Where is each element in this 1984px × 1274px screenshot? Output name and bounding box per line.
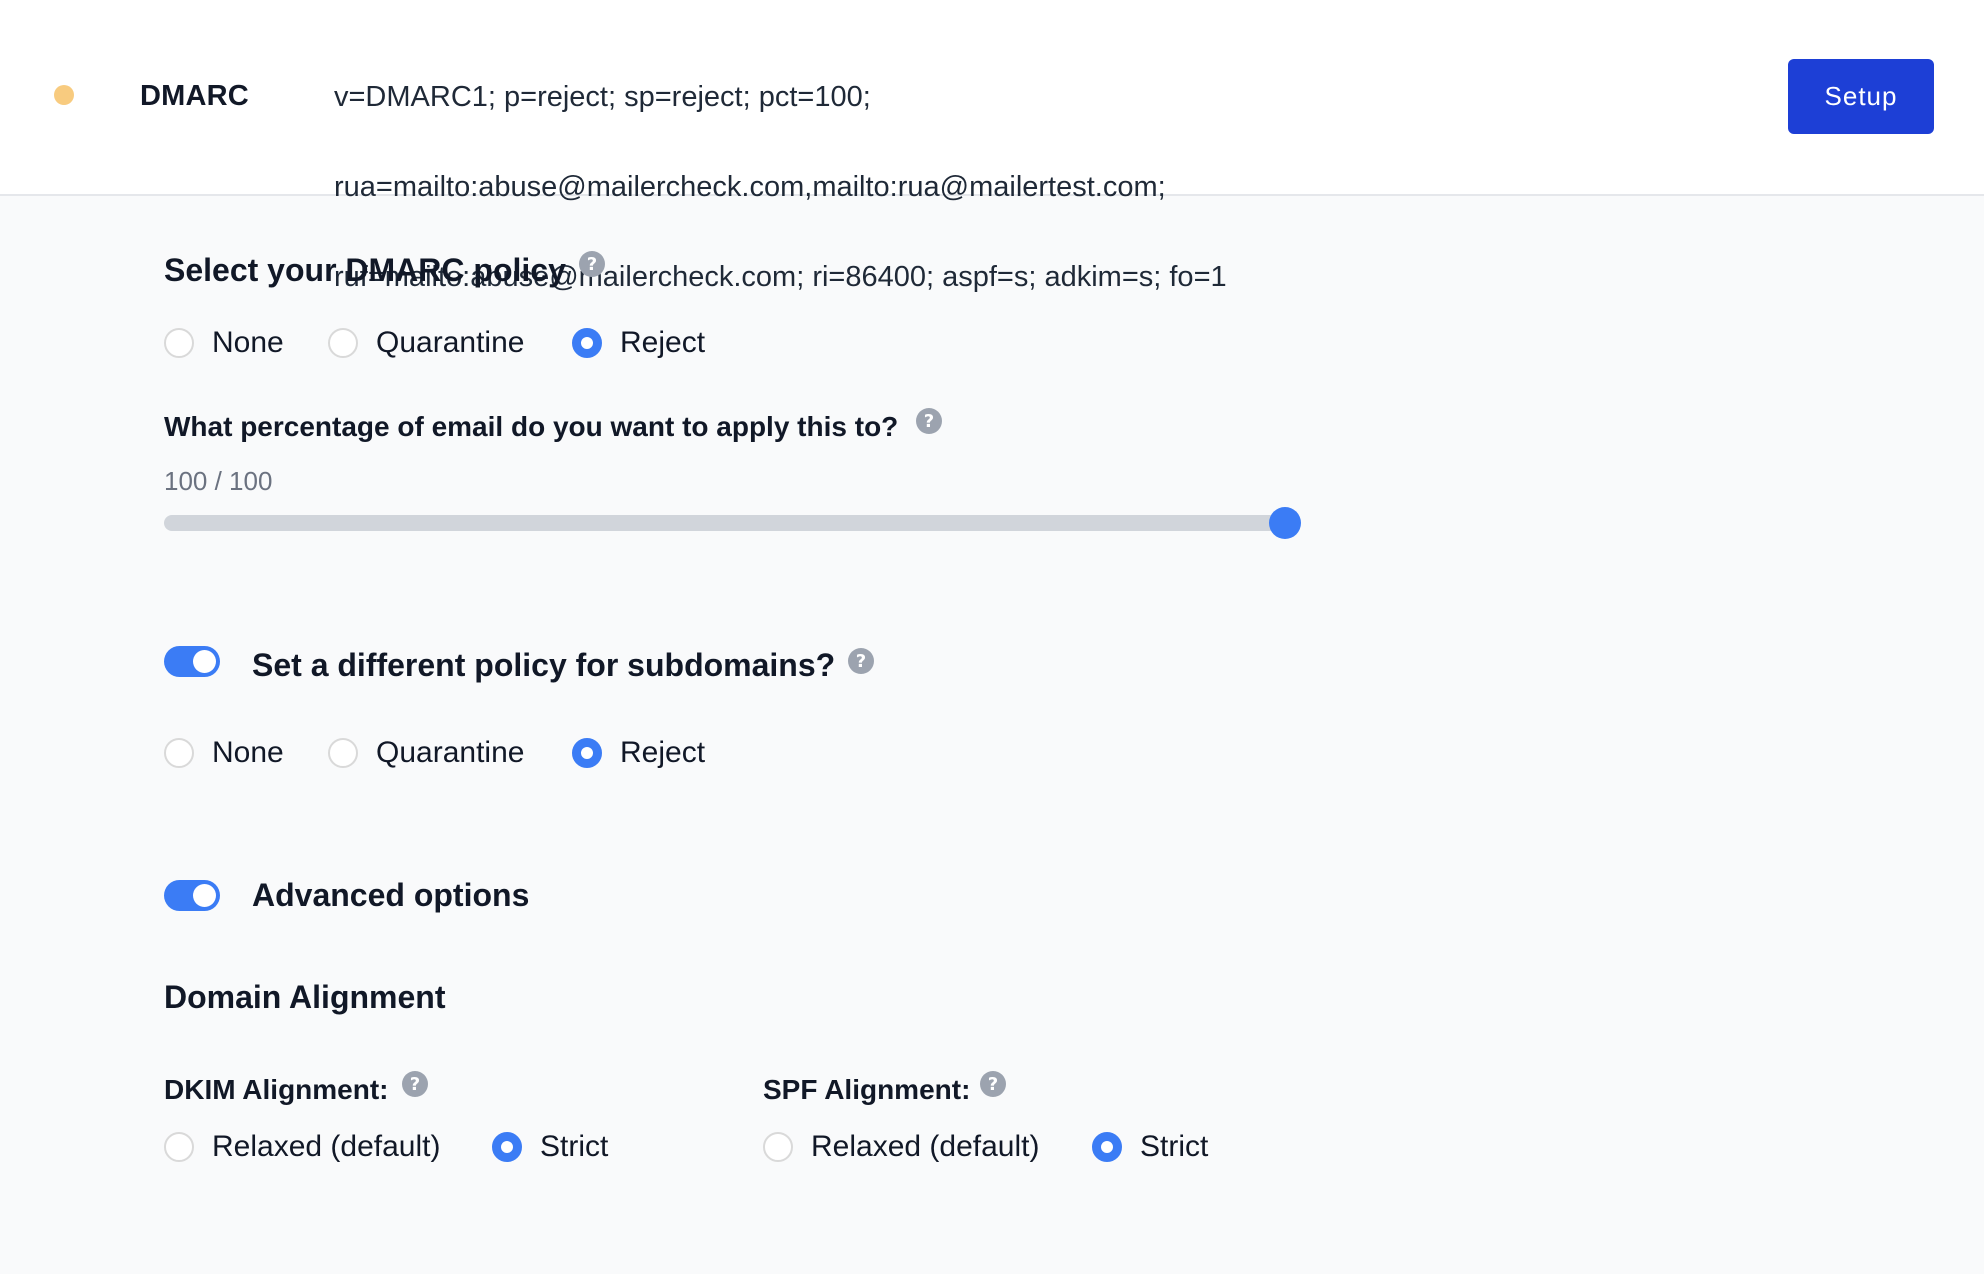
percentage-slider-fill	[164, 515, 1285, 531]
radio-label: None	[212, 326, 284, 359]
dkim-alignment-label: DKIM Alignment:	[164, 1074, 389, 1105]
dkim-option-strict[interactable]: Strict	[492, 1129, 608, 1165]
record-value: v=DMARC1; p=reject; sp=reject; pct=100; …	[334, 30, 1714, 345]
subdomain-policy-toggle[interactable]	[164, 646, 220, 677]
radio-label: Reject	[620, 736, 706, 769]
policy-option-quarantine[interactable]: Quarantine	[328, 325, 524, 361]
radio-circle[interactable]	[1092, 1132, 1122, 1162]
percentage-title: What percentage of email do you want to …	[164, 411, 899, 442]
radio-label: Strict	[540, 1130, 609, 1163]
subdomain-policy-label: Set a different policy for subdomains?	[252, 647, 836, 683]
toggle-knob	[193, 650, 216, 673]
percentage-slider-track[interactable]	[164, 515, 1285, 531]
radio-circle[interactable]	[328, 328, 358, 358]
record-name: DMARC	[140, 80, 249, 112]
radio-circle[interactable]	[572, 738, 602, 768]
advanced-options-toggle[interactable]	[164, 880, 220, 911]
subdomain-option-quarantine[interactable]: Quarantine	[328, 735, 524, 771]
policy-title: Select your DMARC policy	[164, 252, 566, 288]
subdomain-option-none[interactable]: None	[164, 735, 284, 771]
radio-circle[interactable]	[164, 328, 194, 358]
spf-alignment-label: SPF Alignment:	[763, 1074, 971, 1105]
question-circle-icon[interactable]: ?	[402, 1071, 428, 1097]
radio-circle[interactable]	[492, 1132, 522, 1162]
domain-alignment-title: Domain Alignment	[164, 979, 446, 1015]
radio-label: None	[212, 736, 284, 769]
radio-circle[interactable]	[164, 738, 194, 768]
policy-option-none[interactable]: None	[164, 325, 284, 361]
percentage-value: 100 / 100	[164, 466, 273, 496]
dkim-option-relaxed[interactable]: Relaxed (default)	[164, 1129, 440, 1165]
record-header: DMARC v=DMARC1; p=reject; sp=reject; pct…	[0, 0, 1984, 293]
question-circle-icon[interactable]: ?	[980, 1071, 1006, 1097]
percentage-slider-thumb[interactable]	[1269, 507, 1301, 539]
status-dot-icon	[54, 85, 74, 105]
radio-circle[interactable]	[164, 1132, 194, 1162]
advanced-options-label: Advanced options	[252, 877, 530, 913]
question-circle-icon[interactable]: ?	[848, 648, 874, 674]
record-value-line: rua=mailto:abuse@mailercheck.com,mailto:…	[334, 171, 1166, 203]
radio-label: Quarantine	[376, 736, 525, 769]
radio-label: Reject	[620, 326, 706, 359]
record-value-line: v=DMARC1; p=reject; sp=reject; pct=100;	[334, 81, 871, 113]
radio-circle[interactable]	[763, 1132, 793, 1162]
subdomain-option-reject[interactable]: Reject	[572, 735, 705, 771]
question-circle-icon[interactable]: ?	[916, 408, 942, 434]
radio-label: Quarantine	[376, 326, 525, 359]
toggle-knob	[193, 884, 216, 907]
question-circle-icon[interactable]: ?	[579, 251, 605, 277]
policy-option-reject[interactable]: Reject	[572, 325, 705, 361]
radio-label: Relaxed (default)	[212, 1130, 441, 1163]
spf-option-relaxed[interactable]: Relaxed (default)	[763, 1129, 1039, 1165]
setup-button[interactable]: Setup	[1788, 59, 1934, 134]
radio-circle[interactable]	[572, 328, 602, 358]
radio-label: Relaxed (default)	[811, 1130, 1040, 1163]
radio-label: Strict	[1140, 1130, 1209, 1163]
radio-circle[interactable]	[328, 738, 358, 768]
spf-option-strict[interactable]: Strict	[1092, 1129, 1208, 1165]
